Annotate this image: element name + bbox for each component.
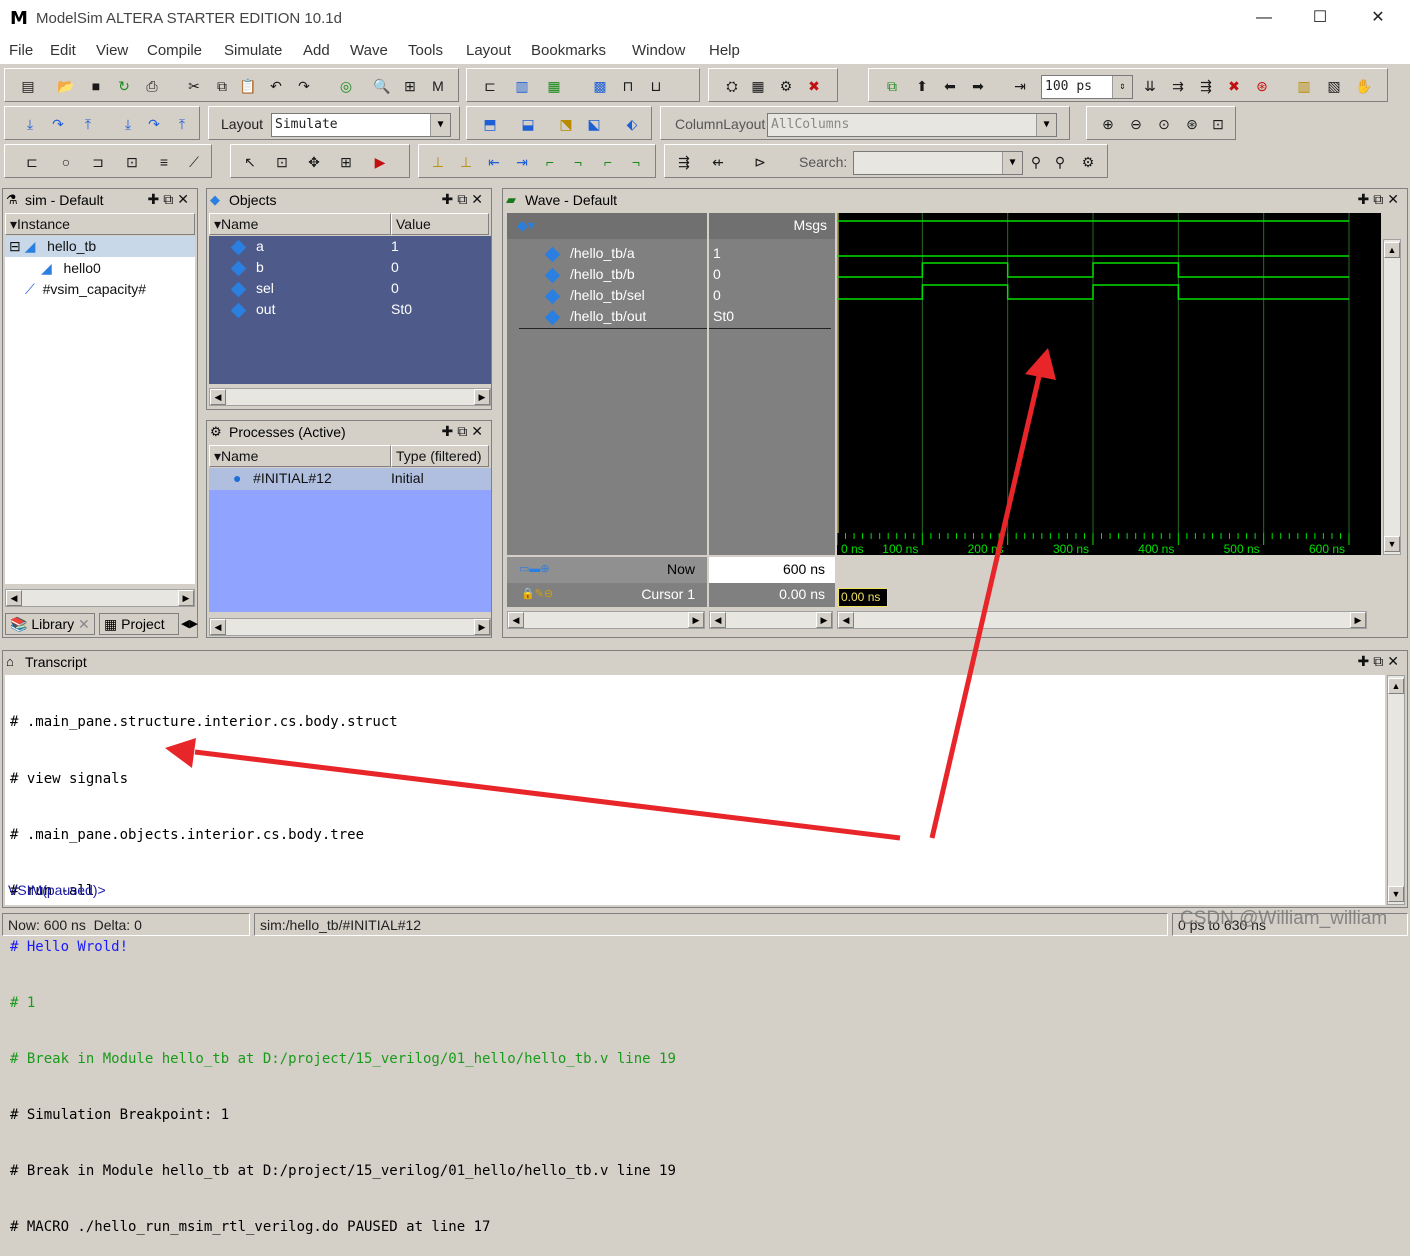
- annotation-arrow-up-shaft: [929, 371, 1043, 839]
- annotation-arrow-left-head: [165, 738, 196, 768]
- annotation-arrow-left-shaft: [194, 749, 901, 841]
- transcript-line: # Simulation Breakpoint: 1: [10, 1107, 230, 1124]
- transcript-line: # MACRO ./hello_run_msim_rtl_verilog.do …: [10, 1219, 491, 1236]
- transcript-line: # Hello Wrold!: [10, 938, 129, 955]
- annotation-arrow-up-head: [1025, 348, 1056, 380]
- annotation-overlay: [165, 348, 1056, 841]
- transcript-line: # 1: [10, 994, 36, 1011]
- transcript-line: # Break in Module hello_tb at D:/project…: [10, 1163, 676, 1180]
- transcript-line: # Break in Module hello_tb at D:/project…: [10, 1050, 676, 1067]
